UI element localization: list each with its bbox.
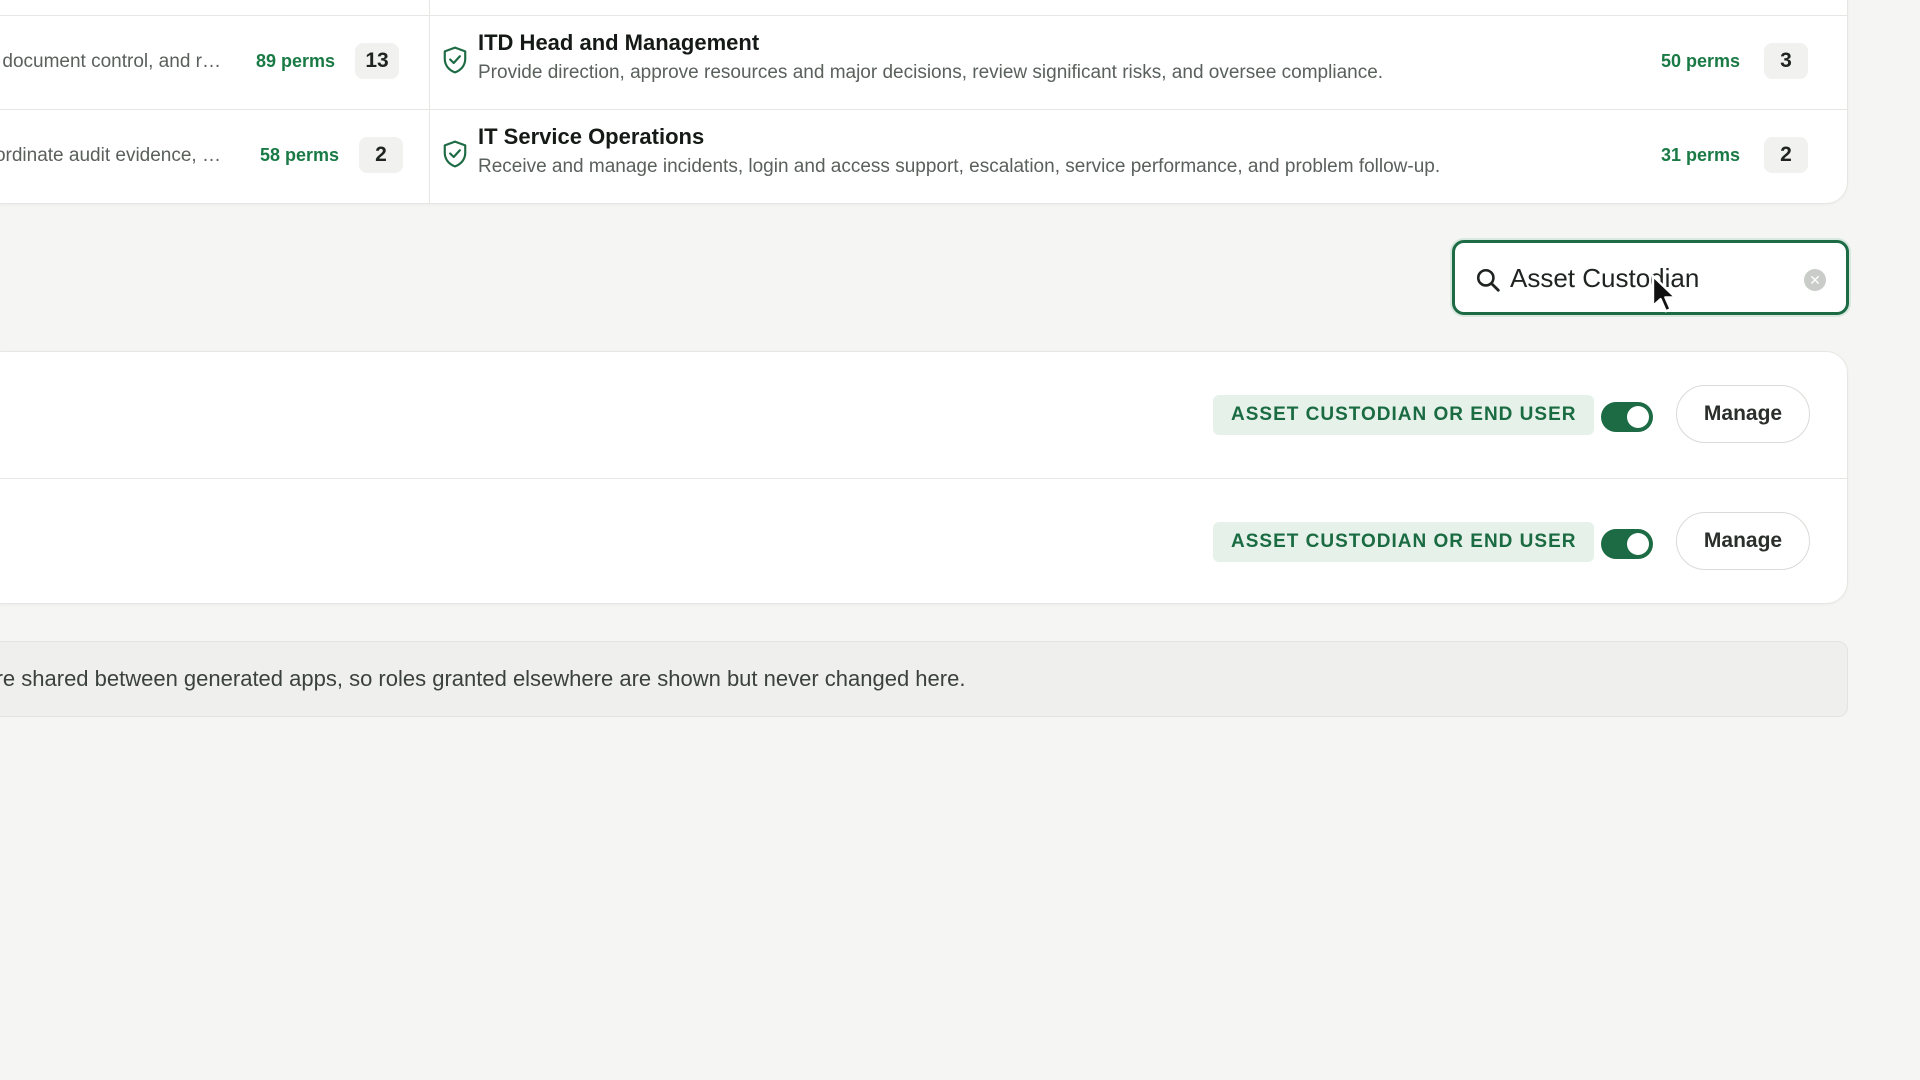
role-card-member-count: 3 bbox=[1764, 43, 1808, 79]
role-card-perms: 31 perms bbox=[1660, 145, 1740, 165]
list-item: ASSET CUSTODIAN OR END USER Manage bbox=[0, 352, 1847, 478]
role-card-it-service-operations[interactable]: IT Service Operations Receive and manage… bbox=[430, 110, 1847, 203]
manage-button[interactable]: Manage bbox=[1676, 512, 1810, 570]
mouse-cursor-icon bbox=[1651, 274, 1677, 313]
role-card-perms: 50 perms bbox=[1660, 51, 1740, 71]
shield-check-icon bbox=[443, 46, 467, 74]
info-note: Roles are shared between generated apps,… bbox=[0, 641, 1848, 717]
search-icon bbox=[1476, 268, 1500, 292]
role-card-member-count: 13 bbox=[355, 43, 399, 79]
role-card-description: …n, document control, and r… bbox=[0, 51, 221, 72]
role-card-member-count: 2 bbox=[359, 137, 403, 173]
role-card-grid: …n, document control, and r… 89 perms 13… bbox=[0, 0, 1848, 204]
role-chip: ASSET CUSTODIAN OR END USER bbox=[1213, 522, 1595, 562]
role-card-perms: 89 perms bbox=[256, 51, 336, 71]
permissions-page: …n, document control, and r… 89 perms 13… bbox=[0, 0, 1920, 1080]
role-card-member-count: 2 bbox=[1764, 137, 1808, 173]
role-card-description: Provide direction, approve resources and… bbox=[478, 62, 1384, 83]
role-card-title: IT Service Operations bbox=[478, 124, 705, 149]
clear-icon[interactable]: ✕ bbox=[1804, 269, 1826, 291]
role-card-description: oordinate audit evidence, … bbox=[0, 145, 221, 166]
list-item: ASSET CUSTODIAN OR END USER Manage bbox=[0, 478, 1847, 603]
role-card-perms: 58 perms bbox=[260, 145, 340, 165]
toggle-knob bbox=[1627, 406, 1649, 428]
role-card-description: Receive and manage incidents, login and … bbox=[478, 156, 1441, 177]
info-note-text: Roles are shared between generated apps,… bbox=[0, 666, 966, 691]
search-results-list: ASSET CUSTODIAN OR END USER Manage ASSET… bbox=[0, 351, 1848, 604]
role-card-itd-head[interactable]: ITD Head and Management Provide directio… bbox=[430, 16, 1847, 110]
shield-check-icon bbox=[443, 140, 467, 168]
manage-button[interactable]: Manage bbox=[1676, 385, 1810, 443]
role-chip: ASSET CUSTODIAN OR END USER bbox=[1213, 395, 1595, 435]
role-card[interactable]: …n, document control, and r… 89 perms 13 bbox=[0, 16, 429, 110]
role-card-title: ITD Head and Management bbox=[478, 30, 760, 55]
toggle-knob bbox=[1627, 533, 1649, 555]
role-enabled-toggle[interactable] bbox=[1601, 402, 1653, 432]
role-enabled-toggle[interactable] bbox=[1601, 529, 1653, 559]
role-card[interactable]: oordinate audit evidence, … 58 perms 2 bbox=[0, 110, 429, 203]
